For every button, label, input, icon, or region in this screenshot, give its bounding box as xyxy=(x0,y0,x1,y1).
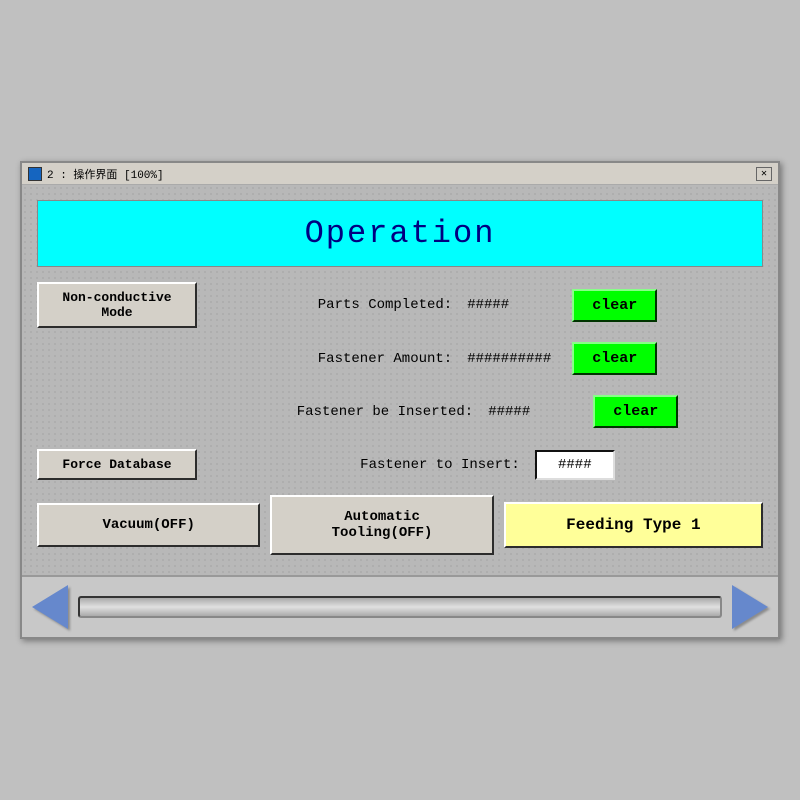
non-conductive-btn-container: Non-conductive Mode xyxy=(37,282,212,328)
fastener-amount-label: Fastener Amount: xyxy=(318,351,452,367)
row-fastener-inserted: Fastener be Inserted: ##### clear xyxy=(37,389,763,434)
fastener-inserted-value: ##### xyxy=(488,404,578,420)
non-conductive-mode-button[interactable]: Non-conductive Mode xyxy=(37,282,197,328)
window-icon xyxy=(28,167,42,181)
parts-completed-label: Parts Completed: xyxy=(318,297,452,313)
row-parts-completed: Non-conductive Mode Parts Completed: ###… xyxy=(37,282,763,328)
automatic-tooling-button[interactable]: Automatic Tooling(OFF) xyxy=(270,495,493,555)
main-content: Operation Non-conductive Mode Parts Comp… xyxy=(22,185,778,575)
title-bar-text: 2 : 操作界面 [100%] xyxy=(47,166,164,182)
vacuum-button[interactable]: Vacuum(OFF) xyxy=(37,503,260,547)
forward-button[interactable] xyxy=(732,585,768,629)
title-bar: 2 : 操作界面 [100%] ✕ xyxy=(22,163,778,185)
force-database-button[interactable]: Force Database xyxy=(37,449,197,480)
fastener-amount-value: ########## xyxy=(467,351,557,367)
forward-arrow-icon xyxy=(732,585,768,629)
nav-track xyxy=(78,596,722,618)
force-database-btn-container: Force Database xyxy=(37,449,212,480)
clear-fastener-inserted-button[interactable]: clear xyxy=(593,395,678,428)
fastener-to-insert-area: Fastener to Insert: xyxy=(212,450,763,480)
title-bar-left: 2 : 操作界面 [100%] xyxy=(28,166,164,182)
parts-completed-value: ##### xyxy=(467,297,557,313)
back-button[interactable] xyxy=(32,585,68,629)
row-bottom-buttons: Vacuum(OFF) Automatic Tooling(OFF) Feedi… xyxy=(37,495,763,555)
close-button[interactable]: ✕ xyxy=(756,167,772,181)
fastener-amount-area: Fastener Amount: ########## clear xyxy=(212,342,763,375)
clear-fastener-amount-button[interactable]: clear xyxy=(572,342,657,375)
row-fastener-to-insert: Force Database Fastener to Insert: xyxy=(37,442,763,487)
parts-completed-area: Parts Completed: ##### clear xyxy=(212,289,763,322)
fastener-inserted-area: Fastener be Inserted: ##### clear xyxy=(212,395,763,428)
main-window: 2 : 操作界面 [100%] ✕ Operation Non-conducti… xyxy=(20,161,780,639)
fastener-to-insert-label: Fastener to Insert: xyxy=(360,457,520,473)
row-fastener-amount: Fastener Amount: ########## clear xyxy=(37,336,763,381)
nav-bar xyxy=(22,575,778,637)
clear-parts-button[interactable]: clear xyxy=(572,289,657,322)
back-arrow-icon xyxy=(32,585,68,629)
page-title: Operation xyxy=(305,215,496,252)
feeding-type-button[interactable]: Feeding Type 1 xyxy=(504,502,763,548)
header-banner: Operation xyxy=(37,200,763,267)
fastener-to-insert-input[interactable] xyxy=(535,450,615,480)
fastener-inserted-label: Fastener be Inserted: xyxy=(297,404,473,420)
